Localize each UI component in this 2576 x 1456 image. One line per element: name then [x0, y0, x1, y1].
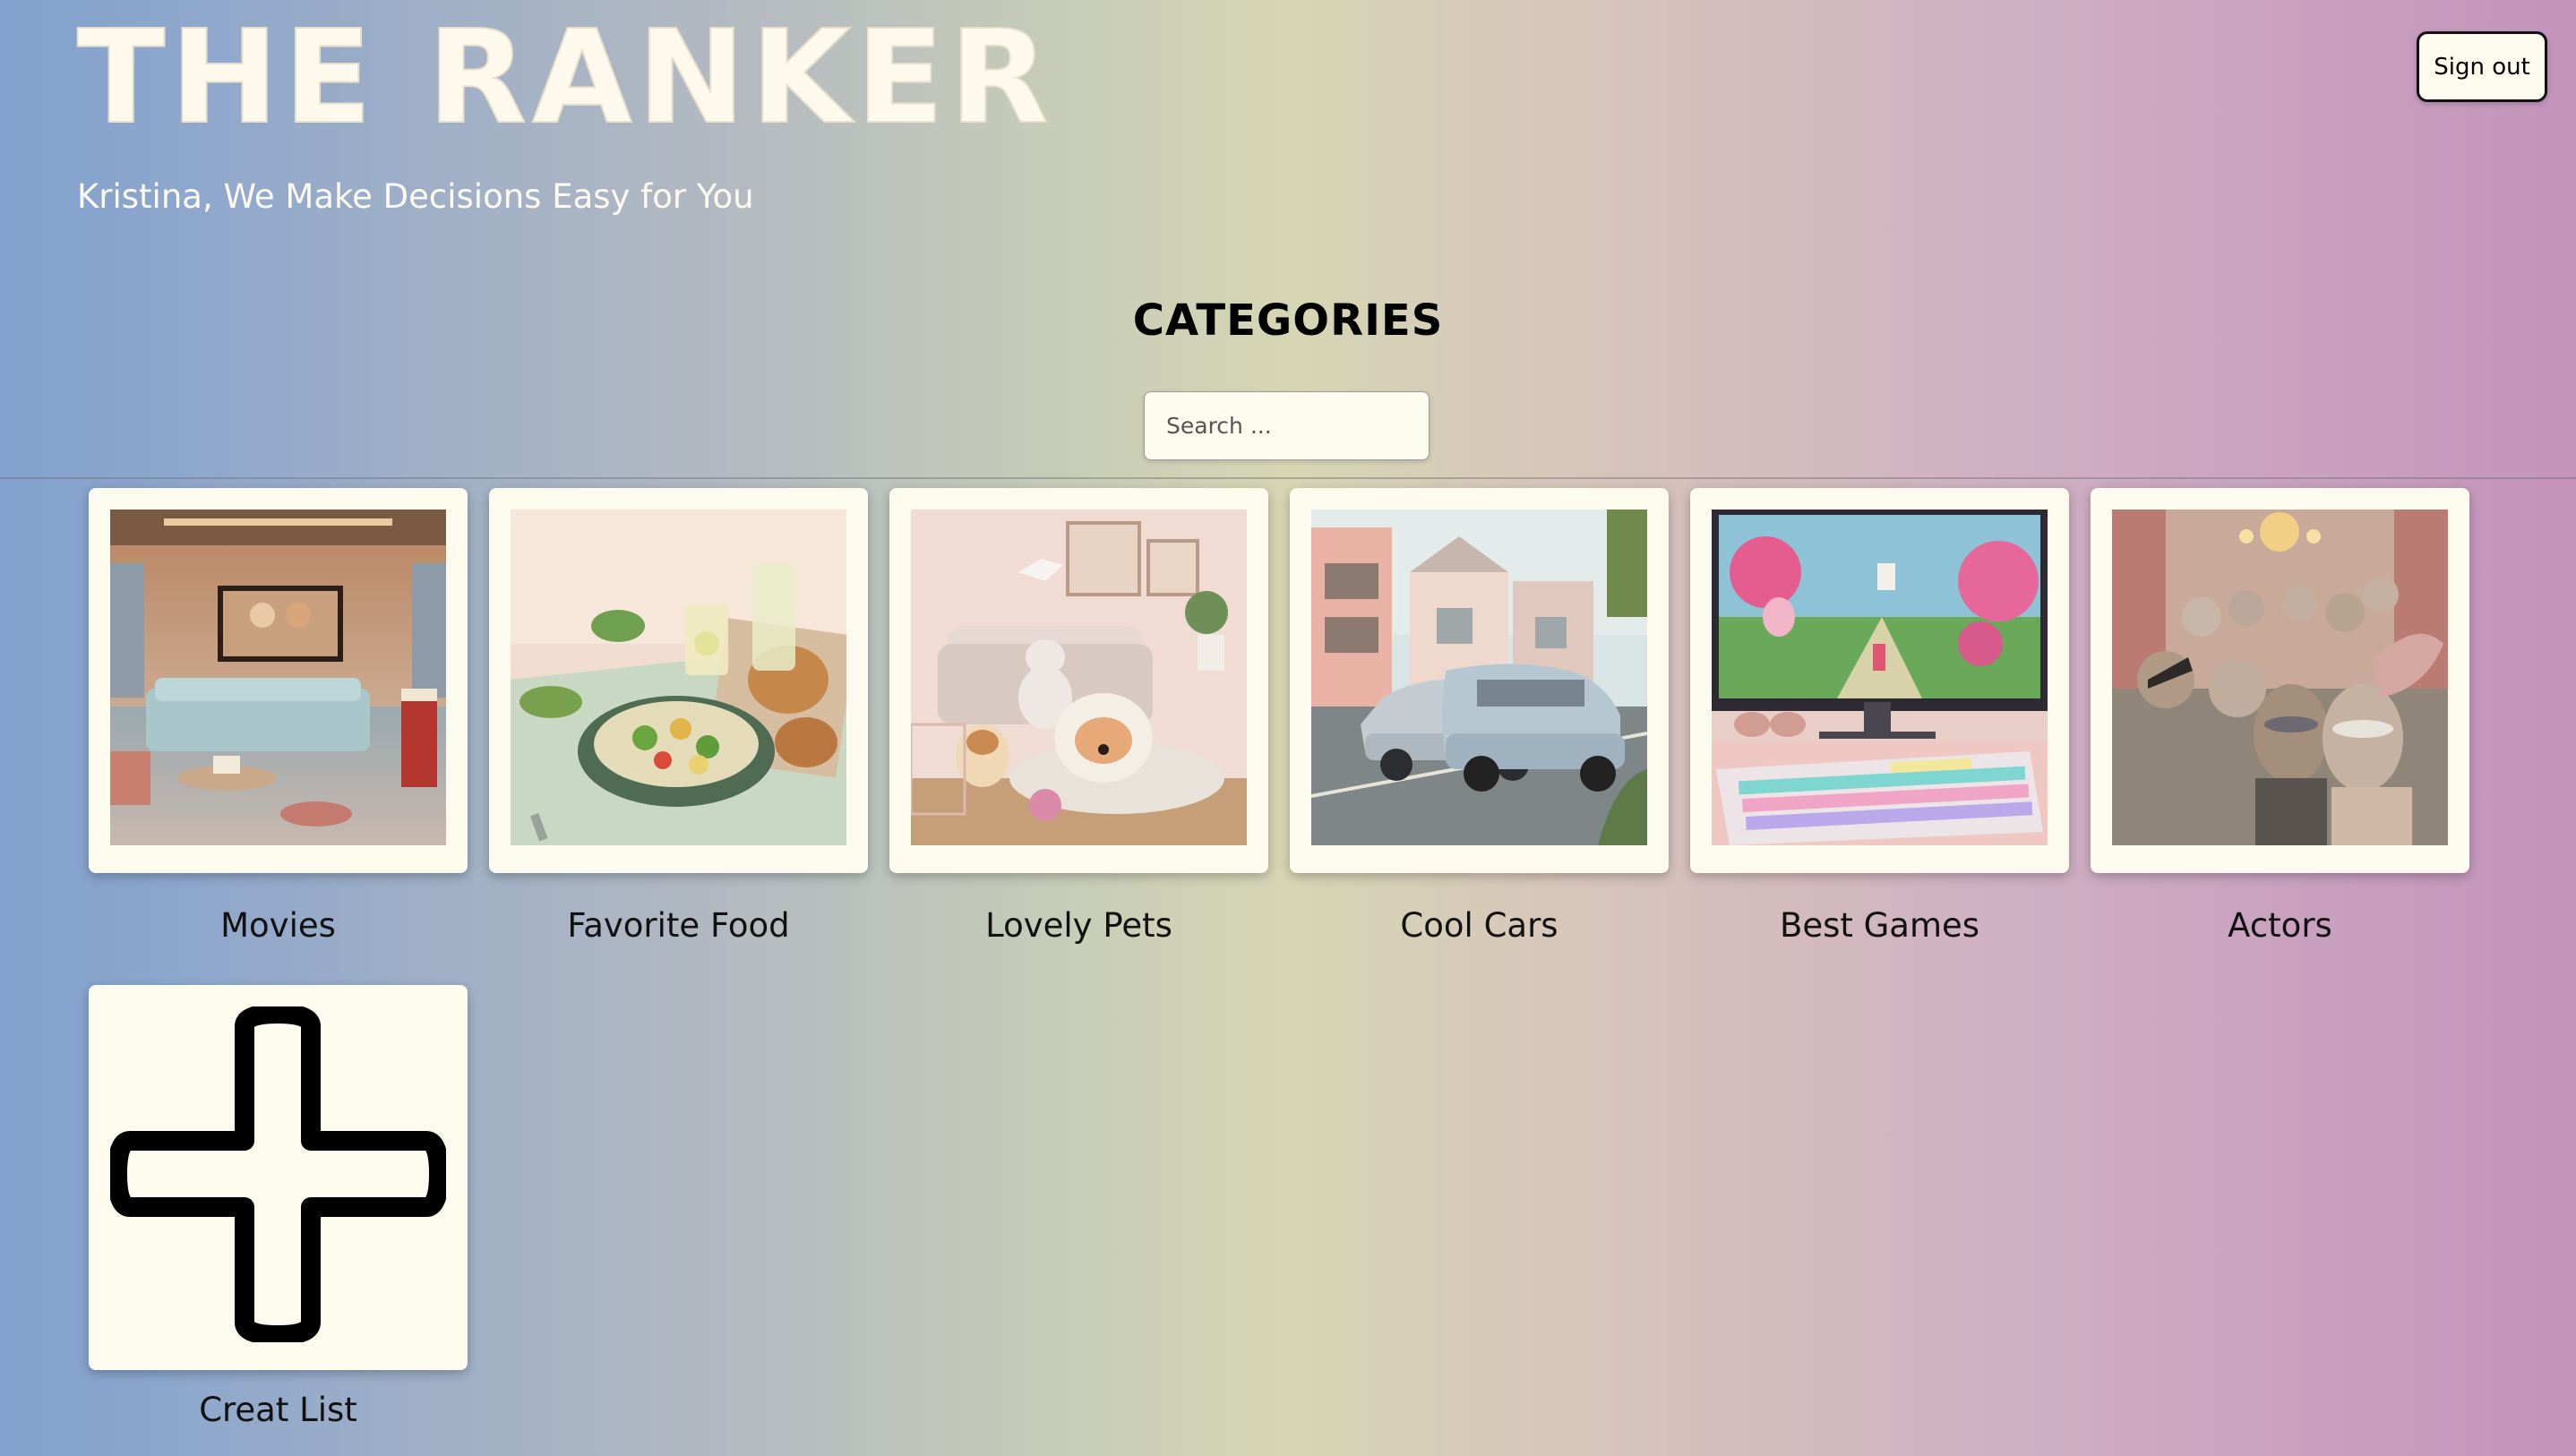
category-card-lovely-pets[interactable] — [889, 488, 1268, 873]
category-label: Cool Cars — [1400, 906, 1558, 945]
tagline: Kristina, We Make Decisions Easy for You — [77, 177, 754, 216]
category-label: Lovely Pets — [985, 906, 1172, 945]
create-list-card[interactable] — [89, 985, 468, 1370]
category-label: Best Games — [1779, 906, 1980, 945]
category-label: Actors — [2228, 906, 2332, 945]
puppies-and-kitten-image — [911, 510, 1247, 845]
living-room-home-theater-image — [110, 510, 446, 845]
category-card-cool-cars[interactable] — [1290, 488, 1669, 873]
salad-and-lemonade-image — [511, 510, 846, 845]
masquerade-crowd-image — [2112, 510, 2448, 845]
category-label: Movies — [220, 906, 336, 945]
search-input[interactable] — [1144, 391, 1430, 460]
section-title: CATEGORIES — [1132, 295, 1444, 346]
category-card-best-games[interactable] — [1690, 488, 2069, 873]
category-card-favorite-food[interactable] — [489, 488, 868, 873]
signout-button[interactable]: Sign out — [2417, 31, 2547, 102]
category-label: Favorite Food — [567, 906, 790, 945]
gaming-monitor-keyboard-image — [1712, 510, 2048, 845]
divider — [0, 477, 2576, 479]
app-logo: THE RANKER — [76, 2, 1054, 152]
create-list-label: Creat List — [199, 1391, 357, 1429]
electric-cars-street-image — [1311, 510, 1647, 845]
plus-icon — [110, 1006, 446, 1342]
category-card-actors[interactable] — [2091, 488, 2469, 873]
category-card-movies[interactable] — [89, 488, 468, 873]
